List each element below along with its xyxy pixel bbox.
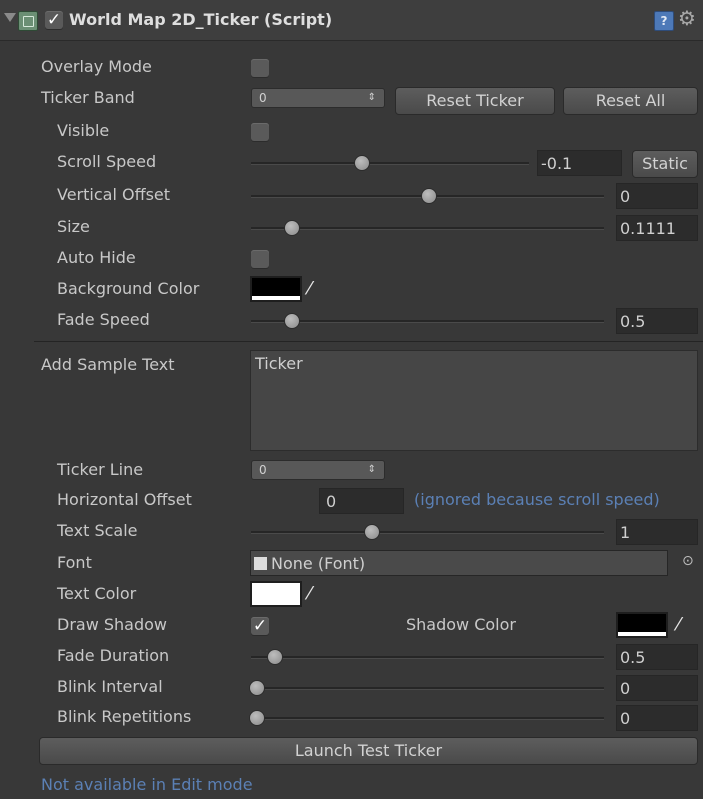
text-scale-slider-track[interactable] xyxy=(251,531,604,534)
alpha-bar xyxy=(618,632,666,636)
component-title: World Map 2D_Ticker (Script) xyxy=(69,10,333,29)
shadow-color-swatch[interactable] xyxy=(616,612,668,638)
ticker-line-label: Ticker Line xyxy=(57,460,144,479)
horizontal-offset-note: (ignored because scroll speed) xyxy=(414,490,660,509)
font-label: Font xyxy=(57,553,92,572)
reset-ticker-button[interactable]: Reset Ticker xyxy=(395,87,555,115)
component-header: ✓ World Map 2D_Ticker (Script) ? ⚙ xyxy=(0,0,703,41)
draw-shadow-label: Draw Shadow xyxy=(57,615,168,634)
help-icon[interactable]: ? xyxy=(654,11,674,31)
horizontal-offset-field[interactable]: 0 xyxy=(319,488,404,514)
blink-interval-slider-thumb[interactable] xyxy=(249,680,265,696)
popup-arrows-icon: ⇕ xyxy=(367,92,376,103)
gear-icon[interactable]: ⚙ xyxy=(678,7,700,29)
horizontal-offset-value: 0 xyxy=(326,492,337,511)
auto-hide-label: Auto Hide xyxy=(57,248,136,267)
background-color-label: Background Color xyxy=(57,279,200,298)
auto-hide-checkbox[interactable] xyxy=(251,250,269,268)
font-asset-icon xyxy=(254,557,267,570)
check-icon: ✓ xyxy=(46,10,62,30)
ticker-line-popup[interactable]: 0 ⇕ xyxy=(251,460,385,480)
blink-interval-slider-track[interactable] xyxy=(251,687,604,690)
launch-test-ticker-button[interactable]: Launch Test Ticker xyxy=(39,737,698,765)
draw-shadow-checkbox[interactable]: ✓ xyxy=(251,617,269,635)
shadow-color-label: Shadow Color xyxy=(406,615,516,634)
fade-duration-field[interactable]: 0.5 xyxy=(616,644,698,670)
text-color-label: Text Color xyxy=(57,584,137,603)
object-picker-icon[interactable]: ⊙ xyxy=(682,553,694,569)
size-slider-thumb[interactable] xyxy=(284,220,300,236)
status-text: Not available in Edit mode xyxy=(41,775,253,794)
popup-arrows-icon: ⇕ xyxy=(367,464,376,475)
fade-speed-slider-thumb[interactable] xyxy=(284,313,300,329)
eyedropper-icon[interactable]: ⁄ xyxy=(677,614,680,636)
eyedropper-icon[interactable]: ⁄ xyxy=(308,583,311,605)
fade-duration-label: Fade Duration xyxy=(57,646,170,665)
sample-text-area[interactable]: Ticker xyxy=(250,350,698,451)
ticker-band-value: 0 xyxy=(259,91,267,105)
add-sample-text-label: Add Sample Text xyxy=(41,355,175,374)
text-scale-slider-thumb[interactable] xyxy=(364,524,380,540)
blink-interval-label: Blink Interval xyxy=(57,677,163,696)
static-button[interactable]: Static xyxy=(632,150,698,178)
alpha-bar xyxy=(252,296,300,300)
eyedropper-icon[interactable]: ⁄ xyxy=(308,278,311,300)
visible-label: Visible xyxy=(57,121,110,140)
blink-repetitions-slider-track[interactable] xyxy=(251,717,604,720)
check-icon: ✓ xyxy=(252,616,268,636)
background-color-swatch[interactable] xyxy=(250,276,302,302)
alpha-bar xyxy=(252,601,300,605)
fade-speed-label: Fade Speed xyxy=(57,310,150,329)
component-enabled-checkbox[interactable]: ✓ xyxy=(45,11,63,29)
font-object-field[interactable]: None (Font) xyxy=(250,550,668,576)
fade-duration-slider-track[interactable] xyxy=(251,656,604,659)
blink-repetitions-field[interactable]: 0 xyxy=(616,705,698,731)
scroll-speed-slider-thumb[interactable] xyxy=(354,155,370,171)
ticker-band-popup[interactable]: 0 ⇕ xyxy=(251,88,385,108)
size-field[interactable]: 0.1111 xyxy=(616,215,698,241)
text-scale-field[interactable]: 1 xyxy=(616,519,698,545)
vertical-offset-label: Vertical Offset xyxy=(57,185,171,204)
reset-all-button[interactable]: Reset All xyxy=(563,87,698,115)
visible-checkbox[interactable] xyxy=(251,123,269,141)
scroll-speed-field[interactable]: -0.1 xyxy=(537,150,622,176)
fold-arrow-icon[interactable] xyxy=(4,13,16,22)
vertical-offset-field[interactable]: 0 xyxy=(616,183,698,209)
script-icon xyxy=(18,11,38,31)
size-label: Size xyxy=(57,217,90,236)
text-color-swatch[interactable] xyxy=(250,581,302,607)
blink-repetitions-label: Blink Repetitions xyxy=(57,707,192,726)
scroll-speed-label: Scroll Speed xyxy=(57,152,157,171)
ticker-line-value: 0 xyxy=(259,463,267,477)
overlay-mode-checkbox[interactable] xyxy=(251,59,269,77)
fade-speed-field[interactable]: 0.5 xyxy=(616,308,698,334)
blink-repetitions-slider-thumb[interactable] xyxy=(249,710,265,726)
overlay-mode-label: Overlay Mode xyxy=(41,57,152,76)
scroll-speed-slider-track[interactable] xyxy=(251,162,529,165)
ticker-band-label: Ticker Band xyxy=(41,88,135,107)
section-divider xyxy=(34,341,703,342)
blink-interval-field[interactable]: 0 xyxy=(616,675,698,701)
vertical-offset-slider-thumb[interactable] xyxy=(421,188,437,204)
size-slider-track[interactable] xyxy=(251,227,604,230)
text-scale-label: Text Scale xyxy=(57,521,138,540)
fade-duration-slider-thumb[interactable] xyxy=(267,649,283,665)
fade-speed-slider-track[interactable] xyxy=(251,320,604,323)
horizontal-offset-label: Horizontal Offset xyxy=(57,490,192,509)
font-value: None (Font) xyxy=(271,554,366,573)
